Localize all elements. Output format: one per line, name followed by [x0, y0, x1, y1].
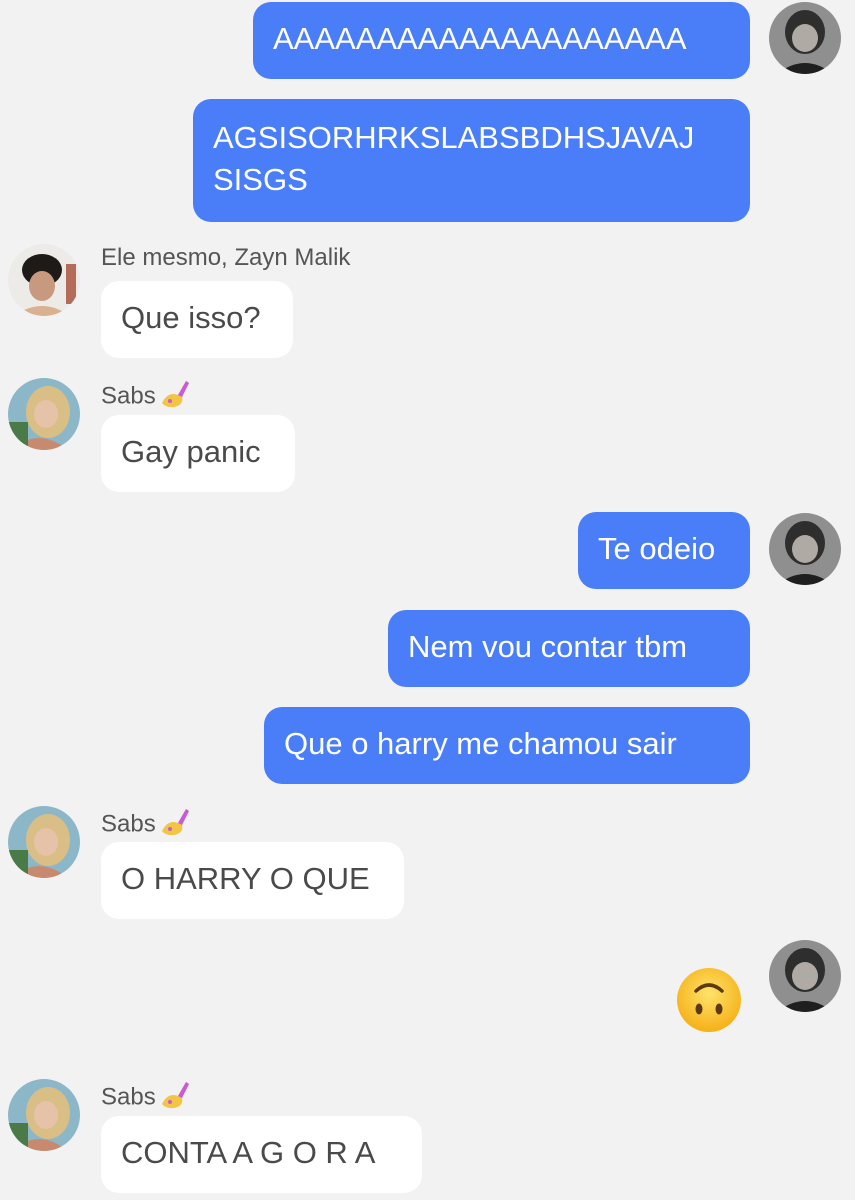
avatar-sabs-icon — [8, 1079, 80, 1151]
avatar-me-icon — [769, 940, 841, 1012]
avatar-sabs-icon — [8, 378, 80, 450]
avatar-me[interactable] — [769, 513, 841, 585]
avatar-zayn[interactable] — [8, 244, 80, 316]
message-text: O HARRY O QUE — [121, 861, 370, 896]
incoming-message-bubble[interactable]: Gay panic — [101, 415, 295, 492]
message-text: AGSISORHRKSLABSBDHSJAVAJ SISGS — [213, 120, 695, 197]
sender-name: Sabs — [101, 1078, 192, 1118]
incoming-message-bubble[interactable]: Que isso? — [101, 281, 293, 358]
message-text: Te odeio — [598, 531, 716, 566]
avatar-me-icon — [769, 2, 841, 74]
outgoing-message-bubble[interactable]: Que o harry me chamou sair — [264, 707, 750, 784]
outgoing-message-bubble[interactable]: AAAAAAAAAAAAAAAAAAAA — [253, 2, 750, 79]
avatar-sabs-icon — [8, 806, 80, 878]
message-text: Que isso? — [121, 300, 261, 335]
nail-polish-icon — [158, 1078, 192, 1118]
nail-polish-icon — [158, 805, 192, 845]
sender-name: Sabs — [101, 805, 192, 845]
upside-down-face-icon[interactable] — [676, 967, 742, 1033]
avatar-zayn-icon — [8, 244, 80, 316]
message-text: CONTA A G O R A — [121, 1135, 376, 1170]
avatar-sabs[interactable] — [8, 378, 80, 450]
nail-polish-icon — [158, 377, 192, 417]
message-text: Que o harry me chamou sair — [284, 726, 677, 761]
avatar-sabs[interactable] — [8, 1079, 80, 1151]
message-text: Gay panic — [121, 434, 261, 469]
outgoing-message-bubble[interactable]: Nem vou contar tbm — [388, 610, 750, 687]
outgoing-message-bubble[interactable]: Te odeio — [578, 512, 750, 589]
incoming-message-bubble[interactable]: O HARRY O QUE — [101, 842, 404, 919]
sender-name: Ele mesmo, Zayn Malik — [101, 244, 351, 271]
outgoing-message-bubble[interactable]: AGSISORHRKSLABSBDHSJAVAJ SISGS — [193, 99, 750, 222]
sender-label: Sabs — [101, 810, 156, 838]
avatar-me[interactable] — [769, 940, 841, 1012]
sender-label: Sabs — [101, 1083, 156, 1111]
avatar-me-icon — [769, 513, 841, 585]
sender-name: Sabs — [101, 377, 192, 417]
message-text: Nem vou contar tbm — [408, 629, 688, 664]
avatar-sabs[interactable] — [8, 806, 80, 878]
avatar-me[interactable] — [769, 2, 841, 74]
message-text: AAAAAAAAAAAAAAAAAAAA — [273, 21, 687, 56]
sender-label: Sabs — [101, 382, 156, 410]
incoming-message-bubble[interactable]: CONTA A G O R A — [101, 1116, 422, 1193]
